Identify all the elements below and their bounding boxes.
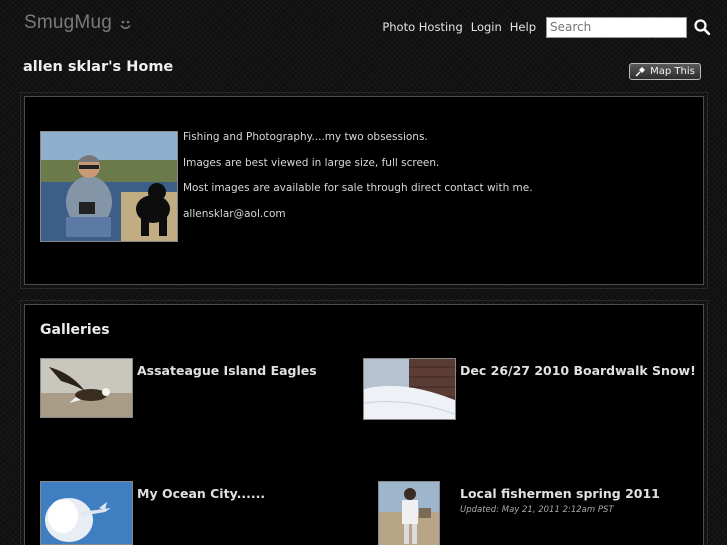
nav-login[interactable]: Login [471,20,502,34]
gallery-thumbnail-boardwalk-snow[interactable] [363,358,456,420]
nav-help[interactable]: Help [510,20,536,34]
bio-section: Fishing and Photography....my two obsess… [20,92,708,289]
gallery-title-local-fishermen[interactable]: Local fishermen spring 2011 [460,486,660,501]
page-title: allen sklar's Home [23,59,174,75]
gallery-updated-date: Updated: May 21, 2011 2:12am PST [460,505,614,515]
logo-text: SmugMug [24,12,112,33]
profile-photo [40,131,178,242]
bio-text: Fishing and Photography....my two obsess… [183,131,533,233]
search-input[interactable] [546,16,687,38]
bio-email: allensklar@aol.com [183,207,286,220]
gallery-thumbnail-eagles[interactable] [40,358,133,418]
gallery-title-ocean-city[interactable]: My Ocean City...... [137,486,265,501]
bio-line: Images are best viewed in large size, fu… [183,156,440,169]
galleries-heading: Galleries [40,322,110,338]
map-button-label: Map This [650,66,695,77]
pushpin-icon [635,66,646,77]
galleries-section: Galleries Assateague Island Eagles Dec 2… [20,300,708,545]
smugmug-logo[interactable]: SmugMug [24,12,133,34]
top-navigation: Photo Hosting Login Help [382,16,713,38]
bio-line: Most images are available for sale throu… [183,182,533,195]
bio-line: Fishing and Photography....my two obsess… [183,131,428,143]
gallery-thumbnail-local-fishermen[interactable] [378,481,440,545]
gallery-title-boardwalk-snow[interactable]: Dec 26/27 2010 Boardwalk Snow! [460,363,696,378]
search-icon[interactable] [691,16,713,38]
map-this-button[interactable]: Map This [629,63,701,80]
nav-photo-hosting[interactable]: Photo Hosting [382,20,462,34]
gallery-thumbnail-ocean-city[interactable] [40,481,133,545]
smiley-face-icon [118,16,133,31]
gallery-title-eagles[interactable]: Assateague Island Eagles [137,363,317,378]
